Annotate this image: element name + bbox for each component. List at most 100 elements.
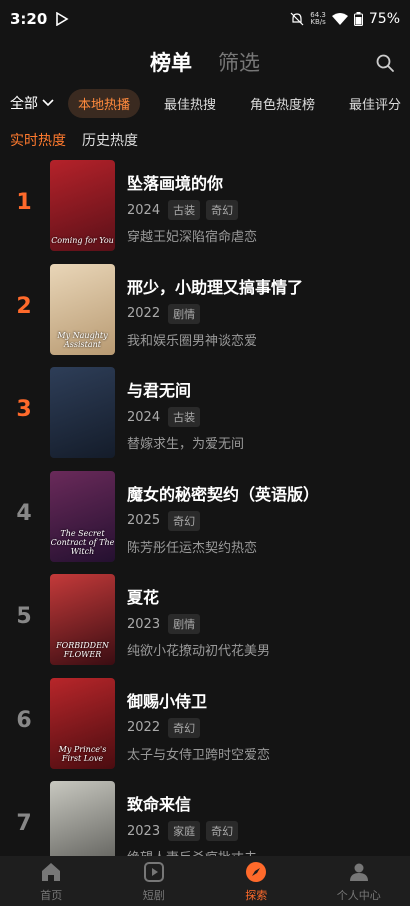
category-filter-row: 全部 本地热播 最佳热搜 角色热度榜 最佳评分 — [0, 88, 410, 118]
list-item[interactable]: 6 My Prince's First Love 御赐小侍卫 2022 奇幻太子与女侍卫… — [0, 676, 410, 770]
genre-tag: 家庭 — [168, 821, 201, 841]
release-year: 2023 — [127, 616, 161, 632]
nav-explore[interactable]: 探索 — [205, 856, 308, 906]
chip-best-rating[interactable]: 最佳评分 — [339, 89, 410, 118]
drama-title[interactable]: 御赐小侍卫 — [127, 688, 207, 712]
genre-tag: 剧情 — [168, 303, 201, 324]
release-year: 2024 — [127, 409, 161, 425]
drama-description: 我和娱乐圈男神谈恋爱 — [127, 333, 258, 349]
filter-all-dropdown[interactable]: 全部 — [10, 93, 54, 113]
poster-thumbnail[interactable] — [50, 781, 115, 856]
chevron-down-icon — [42, 99, 54, 107]
nav-explore-label: 探索 — [245, 888, 268, 902]
poster-thumbnail[interactable]: The Secret Contract of The Witch — [50, 470, 115, 562]
poster-title-art: My Prince's First Love — [58, 744, 107, 763]
poster-thumbnail[interactable]: My Prince's First Love — [50, 677, 115, 769]
tab-realtime-heat[interactable]: 实时热度 — [10, 130, 66, 150]
list-item[interactable]: 3 与君无间 2024 古装替嫁求生，为爱无间 — [0, 365, 410, 459]
drama-meta: 2022 奇幻 — [127, 717, 201, 738]
drama-title[interactable]: 夏花 — [127, 584, 159, 608]
poster-title-art: FORBIDDEN FLOWER — [56, 641, 109, 659]
drama-meta: 2022 剧情 — [127, 303, 201, 324]
rank-number: 5 — [16, 604, 32, 629]
header: 榜单 筛选 — [0, 44, 410, 80]
drama-description: 穿越王妃深陷宿命虐恋 — [127, 230, 258, 245]
rank-number: 1 — [16, 190, 32, 215]
mute-icon — [290, 12, 304, 26]
genre-tag: 奇幻 — [168, 717, 201, 738]
rank-number: 2 — [16, 293, 32, 319]
nav-shorts-label: 短剧 — [142, 888, 165, 902]
nav-shorts[interactable]: 短剧 — [103, 856, 206, 906]
genre-tag: 奇幻 — [206, 821, 239, 841]
drama-description: 纯欲小花撩动初代花美男 — [127, 644, 271, 659]
list-item[interactable]: 7 致命来信 2023 家庭奇幻绝望人妻反杀疯批丈夫 — [0, 779, 410, 856]
status-time: 3:20 — [10, 10, 48, 28]
play-store-icon — [56, 12, 69, 26]
genre-tag: 剧情 — [168, 614, 201, 634]
poster-title-art: My Naughty Assistant — [57, 330, 108, 349]
list-item[interactable]: 1 Coming for You 坠落画境的你 2024 古装 奇幻穿越王妃深陷宿命虐恋 — [0, 158, 410, 252]
genre-tag: 奇幻 — [168, 510, 201, 531]
drama-title[interactable]: 与君无间 — [127, 377, 191, 401]
drama-title[interactable]: 邢少，小助理又搞事情了 — [127, 274, 303, 298]
tab-rankings[interactable]: 榜单 — [150, 47, 192, 77]
tab-filter[interactable]: 筛选 — [218, 47, 260, 77]
network-speed: 64.3 KB/s — [310, 11, 326, 26]
release-year: 2025 — [127, 513, 161, 528]
drama-meta: 2023 剧情 — [127, 614, 201, 634]
release-year: 2024 — [127, 202, 161, 218]
chip-local-hot[interactable]: 本地热播 — [68, 88, 141, 118]
wifi-icon — [331, 13, 348, 25]
rank-number: 3 — [16, 397, 32, 422]
bottom-nav: 首页 短剧 探索 个人中心 — [0, 856, 410, 906]
tab-history-heat[interactable]: 历史热度 — [82, 130, 138, 150]
compass-icon — [246, 861, 267, 882]
drama-description: 陈芳彤任运杰契约热恋 — [127, 540, 258, 556]
battery-icon — [353, 12, 363, 26]
poster-title-art: Coming for You — [51, 236, 114, 245]
poster-thumbnail[interactable] — [50, 367, 115, 458]
release-year: 2023 — [127, 823, 161, 839]
heat-sub-tabs: 实时热度 历史热度 — [10, 130, 138, 150]
drama-title[interactable]: 致命来信 — [127, 791, 191, 815]
nav-profile-label: 个人中心 — [336, 888, 381, 902]
poster-thumbnail[interactable]: Coming for You — [50, 160, 115, 251]
drama-meta: 2024 古装 — [127, 407, 201, 427]
genre-tag: 奇幻 — [206, 200, 239, 220]
rank-number: 7 — [16, 811, 32, 836]
drama-title[interactable]: 魔女的秘密契约（英语版） — [127, 481, 319, 505]
drama-description: 替嫁求生，为爱无间 — [127, 437, 245, 452]
poster-thumbnail[interactable]: FORBIDDEN FLOWER — [50, 574, 115, 665]
chip-role-heat[interactable]: 角色热度榜 — [240, 89, 325, 118]
search-icon[interactable] — [374, 52, 396, 74]
play-box-icon — [143, 861, 164, 882]
nav-home-label: 首页 — [40, 888, 63, 902]
drama-meta: 2025 奇幻 — [127, 510, 201, 531]
poster-thumbnail[interactable]: My Naughty Assistant — [50, 263, 115, 355]
drama-description: 绝望人妻反杀疯批丈夫 — [127, 847, 257, 856]
list-item[interactable]: 4 The Secret Contract of The Witch 魔女的秘密契约… — [0, 469, 410, 563]
rank-number: 4 — [16, 500, 32, 526]
poster-title-art: The Secret Contract of The Witch — [50, 528, 115, 556]
person-icon — [349, 863, 368, 881]
chip-best-search[interactable]: 最佳热搜 — [154, 89, 226, 118]
filter-all-label: 全部 — [10, 96, 38, 112]
battery-level: 75% — [368, 11, 400, 27]
list-item[interactable]: 5 FORBIDDEN FLOWER 夏花 2023 剧情纯欲小花撩动初代花美男 — [0, 572, 410, 666]
release-year: 2022 — [127, 306, 161, 321]
list-item[interactable]: 2 My Naughty Assistant 邢少，小助理又搞事情了 2022 剧情我和… — [0, 262, 410, 356]
release-year: 2022 — [127, 720, 161, 735]
nav-profile[interactable]: 个人中心 — [308, 856, 410, 906]
rank-number: 6 — [16, 707, 32, 733]
drama-meta: 2024 古装 奇幻 — [127, 200, 239, 220]
drama-title[interactable]: 坠落画境的你 — [127, 170, 223, 194]
drama-meta: 2023 家庭 奇幻 — [127, 821, 239, 841]
status-bar: 3:20 64.3 KB/s 75% — [0, 0, 410, 38]
genre-tag: 古装 — [168, 407, 201, 427]
drama-description: 太子与女侍卫跨时空爱恋 — [127, 747, 271, 763]
ranking-list: 1 Coming for You 坠落画境的你 2024 古装 奇幻 穿越王妃深陷宿命虐恋 2… — [0, 158, 410, 856]
genre-tag: 古装 — [168, 200, 201, 220]
nav-home[interactable]: 首页 — [0, 856, 103, 906]
home-icon — [42, 862, 61, 881]
